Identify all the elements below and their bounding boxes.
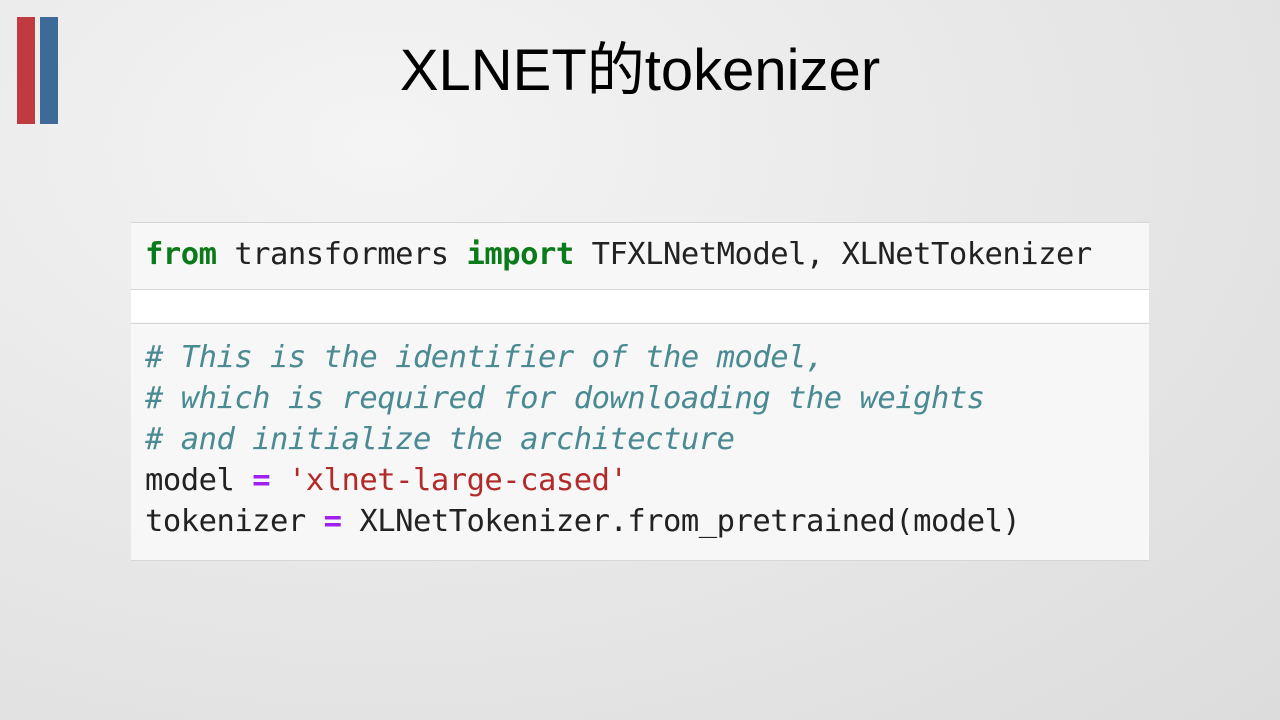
code-block: # This is the identifier of the model, # … bbox=[145, 337, 1021, 542]
string-literal: 'xlnet-large-cased' bbox=[287, 463, 628, 498]
tokenizer-variable: tokenizer bbox=[145, 504, 324, 539]
slide-title: XLNET的tokenizer bbox=[399, 38, 881, 103]
module-name: transformers bbox=[216, 237, 467, 272]
code-line-import: from transformers import TFXLNetModel, X… bbox=[145, 234, 1092, 275]
code-cell-tokenizer[interactable]: # This is the identifier of the model, # … bbox=[131, 323, 1149, 561]
keyword-from: from bbox=[145, 237, 217, 272]
imported-names: TFXLNetModel, XLNetTokenizer bbox=[573, 237, 1093, 272]
code-block: from transformers import TFXLNetModel, X… bbox=[145, 234, 1092, 275]
keyword-import: import bbox=[466, 237, 575, 272]
notebook-screenshot: from transformers import TFXLNetModel, X… bbox=[131, 222, 1149, 561]
assign-operator: = bbox=[323, 504, 342, 539]
comment-line: # which is required for downloading the … bbox=[145, 381, 985, 416]
code-line-model: model = 'xlnet-large-cased' bbox=[145, 460, 1020, 501]
assign-operator: = bbox=[252, 463, 271, 498]
code-cell-import[interactable]: from transformers import TFXLNetModel, X… bbox=[131, 222, 1149, 290]
comment-line: # This is the identifier of the model, bbox=[145, 340, 824, 375]
code-line-tokenizer: tokenizer = XLNetTokenizer.from_pretrain… bbox=[145, 501, 1021, 542]
cell-gap bbox=[131, 290, 1149, 322]
comment-line: # and initialize the architecture bbox=[145, 422, 735, 457]
model-variable: model bbox=[145, 463, 253, 498]
from-pretrained-call: XLNetTokenizer.from_pretrained(model) bbox=[341, 504, 1021, 539]
